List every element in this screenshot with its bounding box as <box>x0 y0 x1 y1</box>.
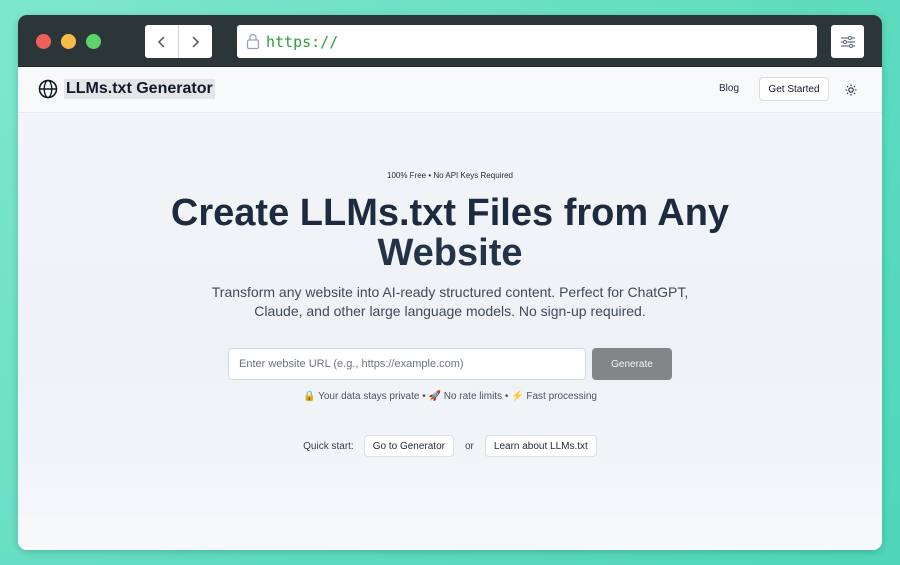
quick-start-or: or <box>464 440 474 452</box>
brand-name: LLMs.txt Generator <box>64 79 215 99</box>
web-page: LLMs.txt Generator Blog Get Started 100%… <box>18 67 882 550</box>
close-window-button[interactable] <box>36 34 51 49</box>
maximize-window-button[interactable] <box>86 34 101 49</box>
history-nav <box>145 25 212 58</box>
sun-icon <box>845 84 857 96</box>
browser-chrome: https:// <box>18 15 882 67</box>
browser-window: https:// LLMs.txt Generator Blog Get Sta… <box>18 15 882 550</box>
quick-start-label: Quick start: <box>303 440 354 452</box>
hero-title: Create LLMs.txt Files from Any Website <box>18 193 882 273</box>
address-bar[interactable]: https:// <box>237 25 817 58</box>
back-button[interactable] <box>145 25 178 58</box>
go-to-generator-button[interactable]: Go to Generator <box>363 435 454 457</box>
chevron-left-icon <box>157 35 165 48</box>
lock-icon <box>246 33 260 50</box>
minimize-window-button[interactable] <box>61 34 76 49</box>
globe-icon <box>38 79 58 99</box>
feature-list: 🔒 Your data stays private • 🚀 No rate li… <box>303 391 597 402</box>
hero-tagline: 100% Free • No API Keys Required <box>387 171 513 180</box>
hero-title-line1: Create LLMs.txt Files from Any <box>170 192 730 234</box>
generate-button[interactable]: Generate <box>592 348 672 380</box>
site-brand[interactable]: LLMs.txt Generator <box>38 79 215 99</box>
learn-about-llms-button[interactable]: Learn about LLMs.txt <box>484 435 597 457</box>
quick-start: Quick start: Go to Generator or Learn ab… <box>18 435 882 457</box>
hero-title-line2: Website <box>377 232 523 274</box>
page-bottom-band <box>18 514 882 550</box>
theme-toggle[interactable] <box>844 83 858 97</box>
sliders-icon <box>840 35 855 48</box>
url-text: https:// <box>266 32 339 51</box>
get-started-button[interactable]: Get Started <box>759 77 829 101</box>
site-header: LLMs.txt Generator Blog Get Started <box>18 67 882 113</box>
hero-subtitle: Transform any website into AI-ready stru… <box>211 284 689 319</box>
forward-button[interactable] <box>178 25 211 58</box>
chevron-right-icon <box>192 35 200 48</box>
nav-link-blog[interactable]: Blog <box>719 83 739 94</box>
website-url-input[interactable] <box>228 348 586 380</box>
browser-menu-button[interactable] <box>831 25 864 58</box>
